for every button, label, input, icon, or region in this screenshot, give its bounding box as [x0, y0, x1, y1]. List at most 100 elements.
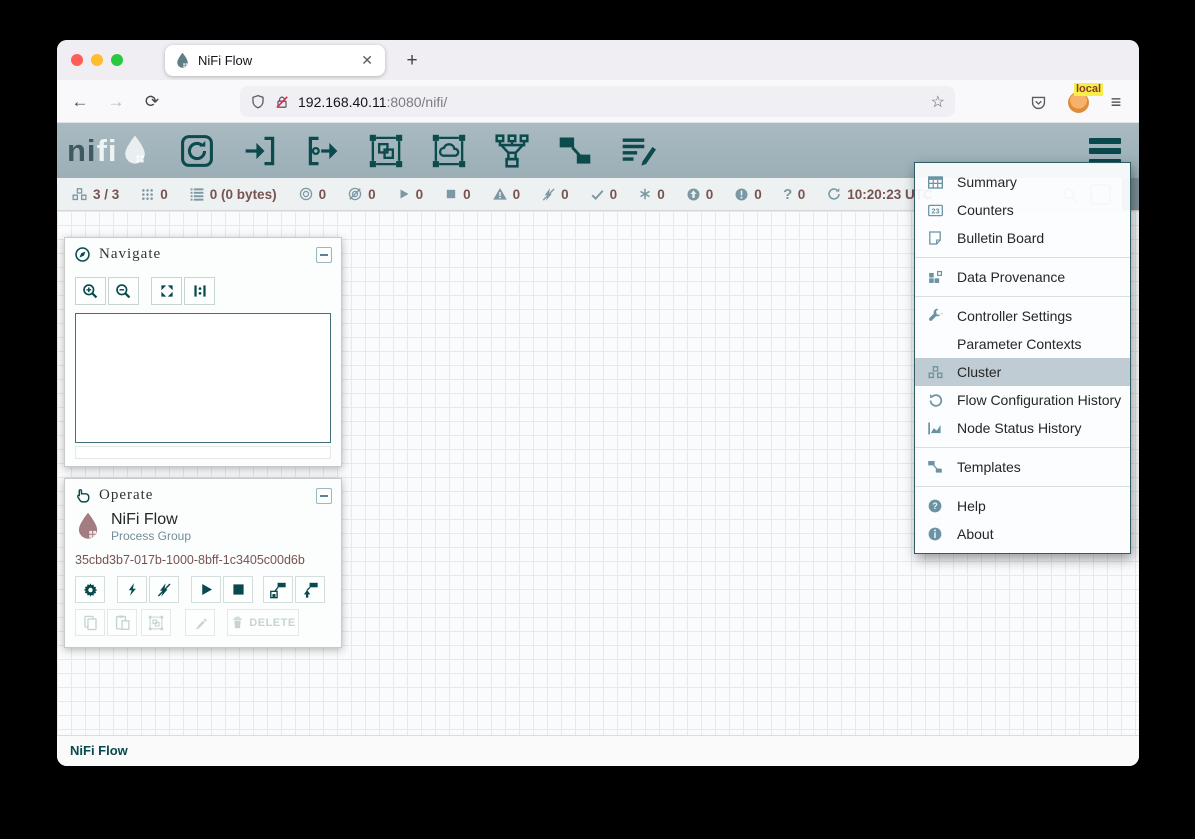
zoom-in-button[interactable] — [75, 277, 106, 305]
invalid-count: 0 — [513, 187, 521, 202]
zoom-fit-button[interactable] — [151, 277, 182, 305]
menu-item-help[interactable]: Help — [915, 492, 1130, 520]
paste-button[interactable] — [107, 609, 137, 636]
copy-icon — [82, 614, 99, 631]
browser-tab[interactable]: NiFi Flow ✕ — [165, 45, 385, 76]
back-button[interactable]: ← — [67, 89, 93, 115]
breadcrumb-label: NiFi Flow — [70, 743, 128, 758]
collapse-navigate-button[interactable] — [316, 247, 332, 263]
menu-item-node-status-history[interactable]: Node Status History — [915, 414, 1130, 442]
collapse-operate-button[interactable] — [316, 488, 332, 504]
up-to-date-count: 0 — [610, 187, 618, 202]
url-host: 192.168.40.11 — [298, 94, 387, 110]
cluster-icon — [71, 186, 88, 203]
one-to-one-icon — [192, 283, 208, 299]
operate-buttons-row-1 — [75, 576, 331, 603]
menu-item-controller-settings[interactable]: Controller Settings — [915, 302, 1130, 330]
menu-item-about[interactable]: About — [915, 520, 1130, 548]
process-group-icon[interactable] — [368, 133, 404, 169]
upload-template-button[interactable] — [295, 576, 325, 603]
url-path: :8080/nifi/ — [387, 94, 448, 110]
compass-icon — [74, 246, 91, 263]
operate-title: Operate — [99, 487, 316, 504]
birdseye-minimap[interactable] — [75, 313, 331, 443]
menu-item-counters[interactable]: Counters — [915, 196, 1130, 224]
group-button[interactable] — [141, 609, 171, 636]
start-button[interactable] — [191, 576, 221, 603]
browser-tab-bar: NiFi Flow ✕ + — [57, 40, 1139, 80]
sync-failure-count: 0 — [798, 187, 806, 202]
wrench-icon — [927, 308, 943, 324]
breadcrumb[interactable]: NiFi Flow — [57, 735, 1139, 766]
tab-title: NiFi Flow — [198, 53, 361, 68]
stop-button[interactable] — [223, 576, 253, 603]
locally-modified-stale-icon — [734, 187, 749, 202]
color-button[interactable] — [185, 609, 215, 636]
save-template-button[interactable] — [263, 576, 293, 603]
configure-button[interactable] — [75, 576, 105, 603]
menu-item-label: Bulletin Board — [957, 230, 1044, 246]
gear-icon — [82, 581, 99, 598]
input-port-icon[interactable] — [242, 133, 278, 169]
menu-item-label: Controller Settings — [957, 308, 1072, 324]
processor-icon[interactable] — [179, 133, 215, 169]
account-avatar[interactable]: local — [1065, 89, 1091, 115]
disable-button[interactable] — [149, 576, 179, 603]
bulletin-board-icon — [927, 230, 943, 246]
threads-count: 0 — [160, 187, 168, 202]
bolt-icon — [125, 582, 140, 597]
logo-text-ni: ni — [67, 134, 97, 168]
close-window-button[interactable] — [71, 54, 83, 66]
shield-icon[interactable] — [250, 94, 266, 110]
funnel-icon[interactable] — [494, 133, 530, 169]
operate-buttons-row-2: DELETE — [75, 609, 331, 636]
hand-icon — [74, 487, 91, 504]
output-port-icon[interactable] — [305, 133, 341, 169]
container-tab-label: local — [1074, 83, 1103, 96]
insecure-lock-icon[interactable] — [274, 94, 290, 110]
menu-item-label: Summary — [957, 174, 1017, 190]
zoom-actual-size-button[interactable] — [184, 277, 215, 305]
new-tab-button[interactable]: + — [397, 45, 427, 76]
zoom-fit-icon — [159, 283, 175, 299]
template-icon[interactable] — [557, 133, 593, 169]
menu-item-templates[interactable]: Templates — [915, 453, 1130, 481]
bookmark-star-icon[interactable]: ☆ — [931, 92, 945, 112]
zoom-window-button[interactable] — [111, 54, 123, 66]
url-text: 192.168.40.11:8080/nifi/ — [298, 94, 931, 110]
pocket-icon[interactable] — [1025, 89, 1051, 115]
menu-item-summary[interactable]: Summary — [915, 168, 1130, 196]
queued-count: 0 (0 bytes) — [210, 187, 277, 202]
menu-divider — [915, 296, 1130, 297]
operate-header[interactable]: Operate — [65, 479, 341, 508]
menu-item-label: Counters — [957, 202, 1014, 218]
locally-modified-stale-count: 0 — [754, 187, 762, 202]
refresh-icon[interactable] — [826, 186, 842, 202]
url-bar[interactable]: 192.168.40.11:8080/nifi/ ☆ — [240, 86, 955, 117]
cluster-status: 3 / 3 — [71, 186, 119, 203]
birdseye-brand-strip — [75, 446, 331, 459]
zoom-out-button[interactable] — [108, 277, 139, 305]
running-status: 0 — [397, 187, 424, 202]
forward-button[interactable]: → — [103, 89, 129, 115]
component-id: 35cbd3b7-017b-1000-8bff-1c3405c00d6b — [75, 553, 331, 567]
copy-button[interactable] — [75, 609, 105, 636]
menu-item-bulletin-board[interactable]: Bulletin Board — [915, 224, 1130, 252]
running-count: 0 — [416, 187, 424, 202]
navigate-header[interactable]: Navigate — [65, 238, 341, 267]
minimize-window-button[interactable] — [91, 54, 103, 66]
menu-item-parameter-contexts[interactable]: Parameter Contexts — [915, 330, 1130, 358]
delete-button[interactable]: DELETE — [227, 609, 299, 636]
close-tab-icon[interactable]: ✕ — [361, 52, 373, 69]
browser-menu-icon[interactable]: ≡ — [1103, 89, 1129, 115]
enable-button[interactable] — [117, 576, 147, 603]
remote-process-group-icon[interactable] — [431, 133, 467, 169]
locally-modified-status: 0 — [638, 187, 665, 202]
data-provenance-icon — [927, 269, 944, 286]
zoom-in-icon — [82, 283, 99, 300]
label-icon[interactable] — [620, 133, 656, 169]
menu-item-data-provenance[interactable]: Data Provenance — [915, 263, 1130, 291]
menu-item-flow-configuration-history[interactable]: Flow Configuration History — [915, 386, 1130, 414]
menu-item-cluster[interactable]: Cluster — [915, 358, 1130, 386]
reload-button[interactable]: ⟳ — [139, 89, 165, 115]
